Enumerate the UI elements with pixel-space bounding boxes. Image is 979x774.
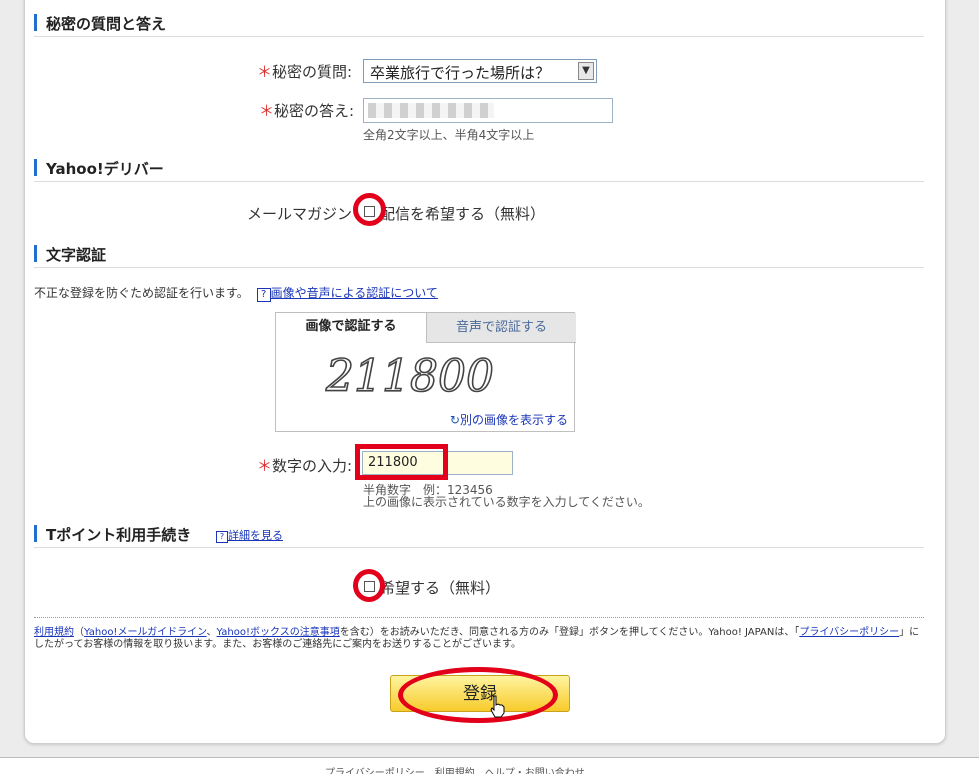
tab-audio-captcha[interactable]: 音声で認証する bbox=[426, 313, 576, 343]
tpoint-details-link[interactable]: 詳細を見る bbox=[228, 529, 283, 542]
tpoint-details-row[interactable]: ? 詳細を見る bbox=[216, 527, 283, 543]
required-mark: ＊ bbox=[257, 63, 273, 81]
heading-accent-bar bbox=[34, 525, 37, 542]
captcha-note-instruction: 上の画像に表示されている数字を入力してください。 bbox=[363, 495, 650, 509]
highlight-circle bbox=[353, 193, 386, 226]
highlight-circle bbox=[353, 569, 385, 602]
terms-text-part: を含む）をお読みいただき、同意される方のみ「登録」ボタンを押してください。Yah… bbox=[339, 627, 800, 638]
masked-answer-pixelation bbox=[368, 103, 494, 118]
captcha-box: 画像で認証する 音声で認証する 211800 ↻別の画像を表示する bbox=[275, 312, 576, 432]
section-heading-delivery: Yahoo!デリバー bbox=[34, 155, 924, 182]
section-title-secret: 秘密の質問と答え bbox=[46, 15, 167, 33]
help-icon[interactable]: ? bbox=[216, 531, 228, 543]
captcha-input-label-row: ＊数字の入力: bbox=[257, 455, 352, 476]
section-title-tpoint: Tポイント利用手続き bbox=[46, 526, 192, 544]
captcha-help-link[interactable]: 画像や音声による認証について bbox=[271, 286, 438, 300]
tpoint-option: 希望する（無料） bbox=[380, 579, 501, 597]
terms-text-part: （ bbox=[74, 627, 84, 638]
refresh-icon[interactable]: ↻ bbox=[450, 413, 460, 427]
required-mark: ＊ bbox=[257, 457, 273, 475]
section-title-captcha: 文字認証 bbox=[46, 246, 107, 264]
refresh-image-link[interactable]: 別の画像を表示する bbox=[460, 413, 568, 427]
secret-answer-label-row: ＊秘密の答え: bbox=[259, 100, 354, 121]
terms-text: 利用規約（Yahoo!メールガイドライン、Yahoo!ボックスの注意事項を含む）… bbox=[34, 627, 924, 651]
heading-accent-bar bbox=[34, 14, 37, 31]
section-heading-tpoint: Tポイント利用手続き ? 詳細を見る bbox=[34, 521, 924, 548]
hand-cursor-icon bbox=[490, 695, 505, 718]
captcha-intro-text: 不正な登録を防ぐため認証を行います。 bbox=[34, 286, 249, 300]
secret-question-value: 卒業旅行で行った場所は？ bbox=[370, 64, 551, 82]
mail-magazine-option: 配信を希望する（無料） bbox=[380, 205, 546, 223]
heading-accent-bar bbox=[34, 245, 37, 262]
highlight-rectangle bbox=[355, 444, 448, 480]
secret-answer-label: 秘密の答え: bbox=[274, 102, 355, 120]
section-heading-captcha: 文字認証 bbox=[34, 241, 924, 268]
secret-question-label-row: ＊秘密の質問: bbox=[257, 61, 352, 82]
terms-text-part: 、 bbox=[206, 627, 217, 638]
secret-answer-input[interactable] bbox=[363, 98, 613, 123]
secret-question-select[interactable]: 卒業旅行で行った場所は？ ▼ bbox=[363, 59, 597, 83]
privacy-policy-link[interactable]: プライバシーポリシー bbox=[799, 627, 899, 638]
captcha-intro-row: 不正な登録を防ぐため認証を行います。 ? 画像や音声による認証について bbox=[34, 284, 438, 302]
captcha-input-label: 数字の入力: bbox=[272, 457, 353, 475]
secret-answer-note: 全角2文字以上、半角4文字以上 bbox=[363, 128, 535, 142]
section-title-delivery: Yahoo!デリバー bbox=[46, 160, 164, 178]
help-icon[interactable]: ? bbox=[256, 288, 271, 302]
captcha-image: 211800 bbox=[325, 350, 495, 403]
tab-image-captcha[interactable]: 画像で認証する bbox=[276, 313, 426, 343]
terms-divider bbox=[34, 617, 924, 618]
mail-magazine-label: メールマガジン bbox=[247, 205, 353, 223]
required-mark: ＊ bbox=[259, 102, 275, 120]
refresh-image-row[interactable]: ↻別の画像を表示する bbox=[450, 411, 568, 428]
highlight-ellipse bbox=[398, 667, 558, 723]
chevron-down-icon[interactable]: ▼ bbox=[578, 62, 594, 80]
section-heading-secret: 秘密の質問と答え bbox=[34, 10, 924, 37]
terms-link[interactable]: 利用規約 bbox=[34, 627, 74, 638]
footer: プライバシーポリシー 利用規約 ヘルプ・お問い合わせ bbox=[0, 757, 979, 774]
box-notes-link[interactable]: Yahoo!ボックスの注意事項 bbox=[217, 627, 340, 638]
secret-question-label: 秘密の質問: bbox=[272, 63, 353, 81]
heading-accent-bar bbox=[34, 159, 37, 176]
mail-guideline-link[interactable]: Yahoo!メールガイドライン bbox=[84, 627, 207, 638]
